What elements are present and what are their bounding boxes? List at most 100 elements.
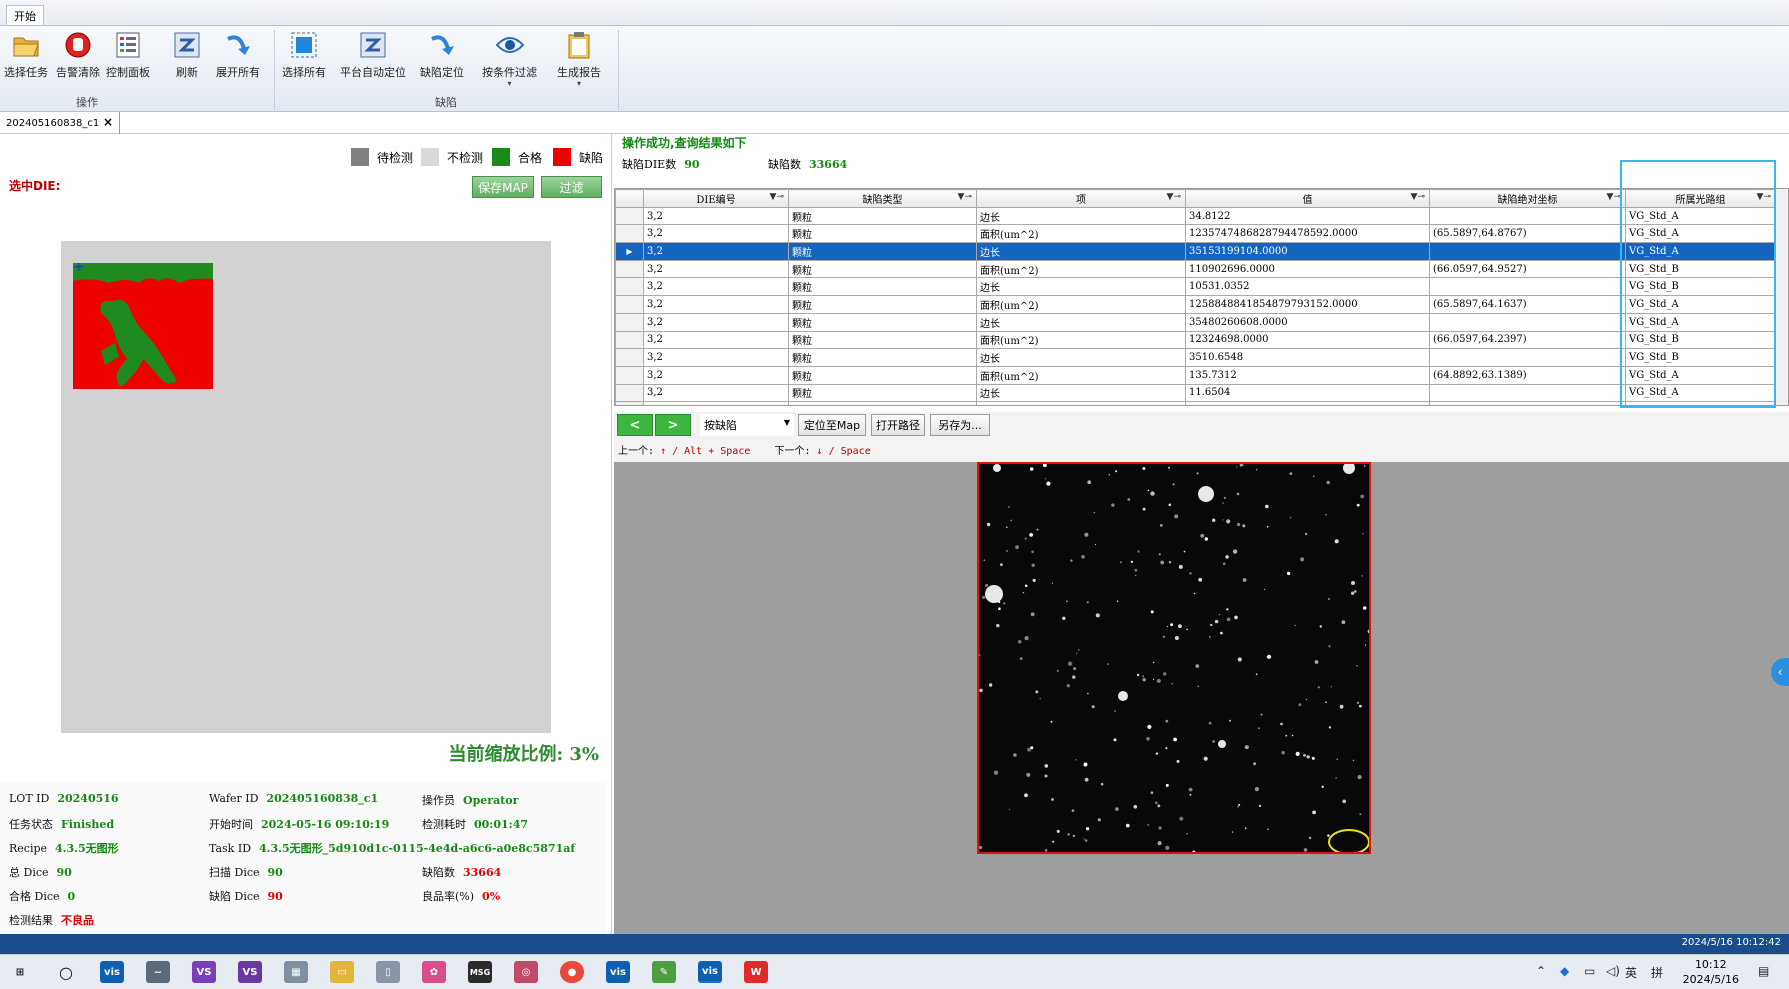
table-cell[interactable]: 边长 [976,242,1186,261]
filter-by-condition-button[interactable]: 按条件过滤 ▾ [482,30,537,90]
table-cell[interactable]: 1235747486828794478592.0000 [1185,224,1430,244]
table-row[interactable]: 3,2 颗粒 边长 35480260608.0000 VG_Std_A [615,312,1776,332]
table-cell[interactable]: VG_Std_A [1625,383,1776,403]
col-header-optical-group[interactable]: 所属光路组 ▼⊸ [1625,189,1776,208]
table-cell[interactable]: 3,2 [643,224,789,244]
table-cell[interactable]: 面积(um^2) [976,224,1186,244]
table-cell[interactable]: (66.0597,64.9527) [1429,259,1626,279]
table-cell[interactable]: 边长 [976,348,1186,367]
table-cell[interactable]: 面积(um^2) [976,259,1186,279]
platform-auto-locate-button[interactable]: 平台自动定位 [340,30,406,90]
row-header[interactable] [615,277,644,297]
table-cell[interactable]: 10531.0352 [1185,277,1430,297]
select-all-button[interactable]: 选择所有 [282,30,326,90]
col-header-defect-type[interactable]: 缺陷类型 ▼⊸ [788,189,977,208]
table-cell[interactable]: 3,2 [643,312,789,332]
table-cell[interactable]: (66.0597,64.2397) [1429,330,1626,350]
document-tab[interactable]: 202405160838_c1 × [0,112,120,134]
table-cell[interactable]: 35480260608.0000 [1185,312,1430,332]
table-cell[interactable]: 110902696.0000 [1185,259,1430,279]
locate-to-map-button[interactable]: 定位至Map [798,414,866,436]
table-row[interactable]: 3,2 颗粒 面积(um^2) 110902696.0000 (66.0597,64.9… [615,259,1776,279]
table-cell[interactable]: (65.5897,63.4508) [1429,401,1626,405]
next-defect-button[interactable]: > [655,414,691,436]
table-cell[interactable]: VG_Std_A [1625,242,1776,261]
table-cell[interactable]: 3,2 [643,401,789,405]
table-row[interactable]: 3,2 颗粒 边长 10531.0352 VG_Std_B [615,277,1776,297]
table-cell[interactable]: 边长 [976,206,1186,226]
col-header-item[interactable]: 项 ▼⊸ [976,189,1186,208]
volume-icon[interactable]: ◁) [1606,964,1620,978]
refresh-button[interactable]: 刷新 [172,30,202,90]
defect-table[interactable]: DIE编号 ▼⊸ 缺陷类型 ▼⊸ 项 ▼⊸ 值 ▼⊸ 缺陷绝对坐标 ▼⊸ 所属光路组 ▼⊸ … [614,188,1789,406]
table-cell[interactable]: 3,2 [643,259,789,279]
save-as-button[interactable]: 另存为... [930,414,990,436]
table-cell[interactable]: VG_Std_A [1625,295,1776,314]
file-explorer-icon[interactable]: ▭ [330,961,354,983]
system-clock[interactable]: 10:12 2024/5/16 [1683,957,1739,987]
row-header[interactable] [615,295,644,314]
table-cell[interactable] [1429,242,1626,261]
vs-icon[interactable]: vis [606,961,630,983]
ime-indicator[interactable]: 英 [1625,964,1637,981]
table-cell[interactable]: 颗粒 [788,242,977,261]
table-cell[interactable] [1429,348,1626,367]
table-cell[interactable]: 边长 [976,312,1186,332]
row-header[interactable] [615,383,644,403]
wps-icon[interactable]: W [744,961,768,983]
table-cell[interactable]: VG_Std_A [1625,224,1776,244]
table-cell[interactable]: VG_Std_B [1625,348,1776,367]
table-row[interactable]: 3,2颗粒面积(um^2)4703393989787648.0000(65.58… [615,401,1776,405]
table-row[interactable]: 3,2 颗粒 边长 34.8122 VG_Std_A [615,206,1776,226]
device-icon[interactable]: ▯ [376,961,400,983]
monitor-icon[interactable]: ~ [146,961,170,983]
table-cell[interactable] [1429,206,1626,226]
select-task-button[interactable]: 选择任务 [4,30,48,90]
navigation-mode-select[interactable]: 按缺陷 ▼ [700,414,794,436]
table-row[interactable]: 3,2 颗粒 面积(um^2) 1258848841854879793152.0000… [615,295,1776,314]
table-cell[interactable]: 34.8122 [1185,206,1430,226]
col-header-value[interactable]: 值 ▼⊸ [1185,189,1430,208]
table-row[interactable]: ▶ 3,2 颗粒 边长 35153199104.0000 VG_Std_A [615,242,1776,261]
table-row[interactable]: 3,2 颗粒 边长 11.6504 VG_Std_A [615,383,1776,403]
table-cell[interactable]: VG_Std_A [1625,312,1776,332]
table-cell[interactable]: 面积(um^2) [976,330,1186,350]
table-cell[interactable] [1429,383,1626,403]
table-cell[interactable] [1429,312,1626,332]
table-cell[interactable]: 颗粒 [788,365,977,385]
table-cell[interactable]: 35153199104.0000 [1185,242,1430,261]
table-row[interactable]: 3,2 颗粒 面积(um^2) 135.7312 (64.8892,63.1389) VG… [615,365,1776,385]
ime-mode-indicator[interactable]: 拼 [1651,964,1663,981]
table-cell[interactable]: 3,2 [643,330,789,350]
chrome-icon[interactable]: ● [560,961,584,983]
table-cell[interactable]: (65.5897,64.8767) [1429,224,1626,244]
table-cell[interactable]: 3,2 [643,206,789,226]
table-cell[interactable]: 4703393989787648.0000 [1185,401,1430,405]
table-cell[interactable]: 135.7312 [1185,365,1430,385]
table-cell[interactable]: 颗粒 [788,277,977,297]
visual-studio-icon[interactable]: VS [192,961,216,983]
table-row[interactable]: 3,2 颗粒 面积(um^2) 1235747486828794478592.0000… [615,224,1776,244]
table-row[interactable]: 3,2 颗粒 面积(um^2) 12324698.0000 (66.0597,64.23… [615,330,1776,350]
generate-report-button[interactable]: 生成报告 ▾ [557,30,601,90]
row-header[interactable] [615,348,644,367]
vs-icon[interactable]: vis [698,961,722,983]
table-cell[interactable]: 颗粒 [788,330,977,350]
table-cell[interactable]: 颗粒 [788,312,977,332]
table-cell[interactable]: 1258848841854879793152.0000 [1185,295,1430,314]
table-cell[interactable]: 颗粒 [788,401,977,405]
notification-icon[interactable]: ▤ [1758,964,1769,978]
table-cell[interactable]: 3,2 [643,242,789,261]
save-map-button[interactable]: 保存MAP [472,176,534,198]
table-cell[interactable]: 颗粒 [788,206,977,226]
table-cell[interactable]: 颗粒 [788,224,977,244]
prev-defect-button[interactable]: < [617,414,653,436]
table-cell[interactable]: 颗粒 [788,348,977,367]
row-header[interactable] [615,401,644,405]
table-cell[interactable]: VG_Std_B [1625,330,1776,350]
tool-icon[interactable]: ◎ [514,961,538,983]
msg-icon[interactable]: MSG [468,961,492,983]
start-icon[interactable]: ⊞ [8,961,32,983]
col-header-coord[interactable]: 缺陷绝对坐标 ▼⊸ [1429,189,1626,208]
filter-button[interactable]: 过滤 [541,176,602,198]
